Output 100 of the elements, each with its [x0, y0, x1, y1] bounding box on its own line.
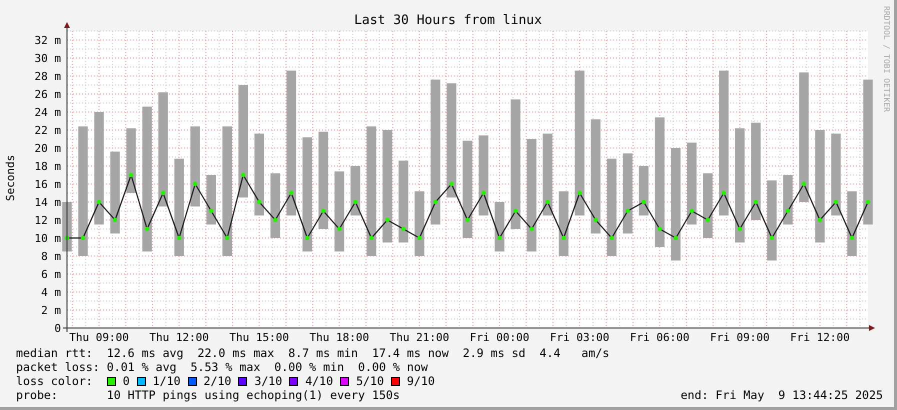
median-point: [722, 190, 726, 196]
median-point: [225, 236, 230, 240]
loss-color-label: 4/10: [305, 374, 334, 388]
y-tick-label: 12 m: [34, 214, 61, 227]
median-point: [449, 182, 454, 186]
median-point: [385, 218, 390, 222]
loss-color-label: 1/10: [152, 374, 181, 388]
error-bar: [847, 191, 857, 256]
y-tick-label: 4 m: [41, 286, 61, 299]
loss-color-label: 5/10: [356, 374, 384, 388]
median-point: [160, 190, 166, 196]
error-bar: [783, 175, 793, 224]
y-tick-label: 14 m: [34, 196, 61, 209]
error-bar: [350, 166, 360, 216]
median-point: [208, 208, 214, 214]
median-point: [818, 218, 822, 222]
chart-title: Last 30 Hours from linux: [354, 13, 542, 28]
y-axis-label: Seconds: [4, 154, 17, 202]
median-point: [257, 200, 262, 204]
x-tick-label: Thu 15:00: [229, 331, 290, 342]
median-point: [690, 208, 694, 214]
median-point: [642, 200, 646, 204]
median-point: [497, 236, 502, 240]
y-tick-label: 2 m: [41, 304, 61, 317]
error-bar: [62, 202, 72, 252]
end-time: end: Fri May 9 13:44:25 2025: [680, 388, 883, 402]
y-tick-label: 30 m: [34, 52, 61, 65]
stat-values: 12.6 ms avg 22.0 ms max 8.7 ms min 17.4 ms now 2.9 ms sd 4.4 am/s: [106, 346, 610, 360]
stat-label: loss color:: [16, 374, 94, 388]
y-tick-label: 6 m: [41, 268, 61, 281]
median-point: [866, 200, 870, 204]
y-tick-label: 28 m: [34, 70, 61, 83]
loss-color-label: 3/10: [254, 374, 282, 388]
x-tick-label: Fri 12:00: [790, 331, 850, 342]
median-point: [754, 200, 758, 204]
stat-label: packet loss:: [16, 360, 101, 374]
error-bar: [638, 166, 649, 216]
median-point: [545, 200, 550, 204]
median-point: [658, 226, 662, 232]
x-tick-label: Thu 09:00: [69, 331, 129, 342]
median-point: [112, 218, 118, 222]
median-point: [577, 190, 582, 196]
median-point: [273, 218, 278, 222]
median-point: [417, 236, 422, 240]
median-point: [529, 226, 534, 232]
median-point: [353, 200, 358, 204]
y-tick-label: 24 m: [34, 106, 61, 119]
x-tick-label: Thu 18:00: [310, 331, 370, 342]
stat-label: median rtt:: [16, 346, 94, 360]
median-point: [176, 236, 182, 240]
median-point: [481, 190, 486, 196]
x-tick-label: Thu 21:00: [390, 331, 450, 342]
loss-color-label: 0: [122, 374, 130, 388]
y-tick-label: 26 m: [34, 88, 61, 101]
error-bar: [126, 128, 136, 193]
x-tick-label: Fri 00:00: [470, 331, 530, 342]
median-point: [513, 208, 518, 214]
median-point: [289, 190, 294, 196]
median-point: [674, 236, 678, 240]
median-point: [337, 226, 342, 232]
probe-description: 10 HTTP pings using echoping(1) every 150s: [106, 388, 400, 402]
stat-label: probe:: [16, 388, 59, 402]
y-tick-label: 16 m: [34, 178, 61, 191]
median-point: [626, 208, 630, 214]
error-bar: [414, 191, 424, 256]
median-point: [80, 236, 86, 240]
credit-text: RRDTOOL / TOBI OETIKER: [882, 6, 891, 112]
median-point: [770, 236, 774, 240]
median-point: [834, 200, 838, 204]
error-bar: [703, 173, 713, 238]
median-point: [369, 236, 374, 240]
median-point: [738, 226, 742, 232]
median-point: [144, 226, 150, 232]
y-tick-label: 8 m: [41, 250, 61, 263]
median-point: [706, 218, 710, 222]
y-tick-label: 0: [54, 322, 61, 335]
median-point: [64, 236, 70, 240]
x-tick-label: Thu 12:00: [149, 331, 209, 342]
loss-color-label: 9/10: [406, 374, 435, 388]
median-point: [433, 200, 438, 204]
median-point: [609, 236, 614, 240]
y-tick-label: 18 m: [34, 160, 61, 173]
loss-color-label: 2/10: [203, 374, 232, 388]
x-tick-label: Fri 09:00: [710, 331, 770, 342]
median-point: [305, 236, 310, 240]
median-point: [561, 236, 566, 240]
error-bar: [558, 191, 568, 256]
median-point: [192, 182, 198, 186]
y-tick-label: 32 m: [34, 34, 61, 47]
stat-values: 0.01 % avg 5.53 % max 0.00 % min 0.00 % now: [106, 360, 428, 374]
median-point: [802, 182, 806, 186]
x-tick-label: Fri 03:00: [550, 331, 610, 342]
error-bar: [270, 173, 280, 238]
y-tick-label: 20 m: [34, 142, 61, 155]
median-point: [241, 172, 246, 178]
median-point: [96, 200, 102, 204]
error-bar: [206, 175, 216, 224]
error-bar: [494, 202, 504, 252]
median-point: [128, 172, 134, 178]
x-tick-label: Fri 06:00: [630, 331, 690, 342]
